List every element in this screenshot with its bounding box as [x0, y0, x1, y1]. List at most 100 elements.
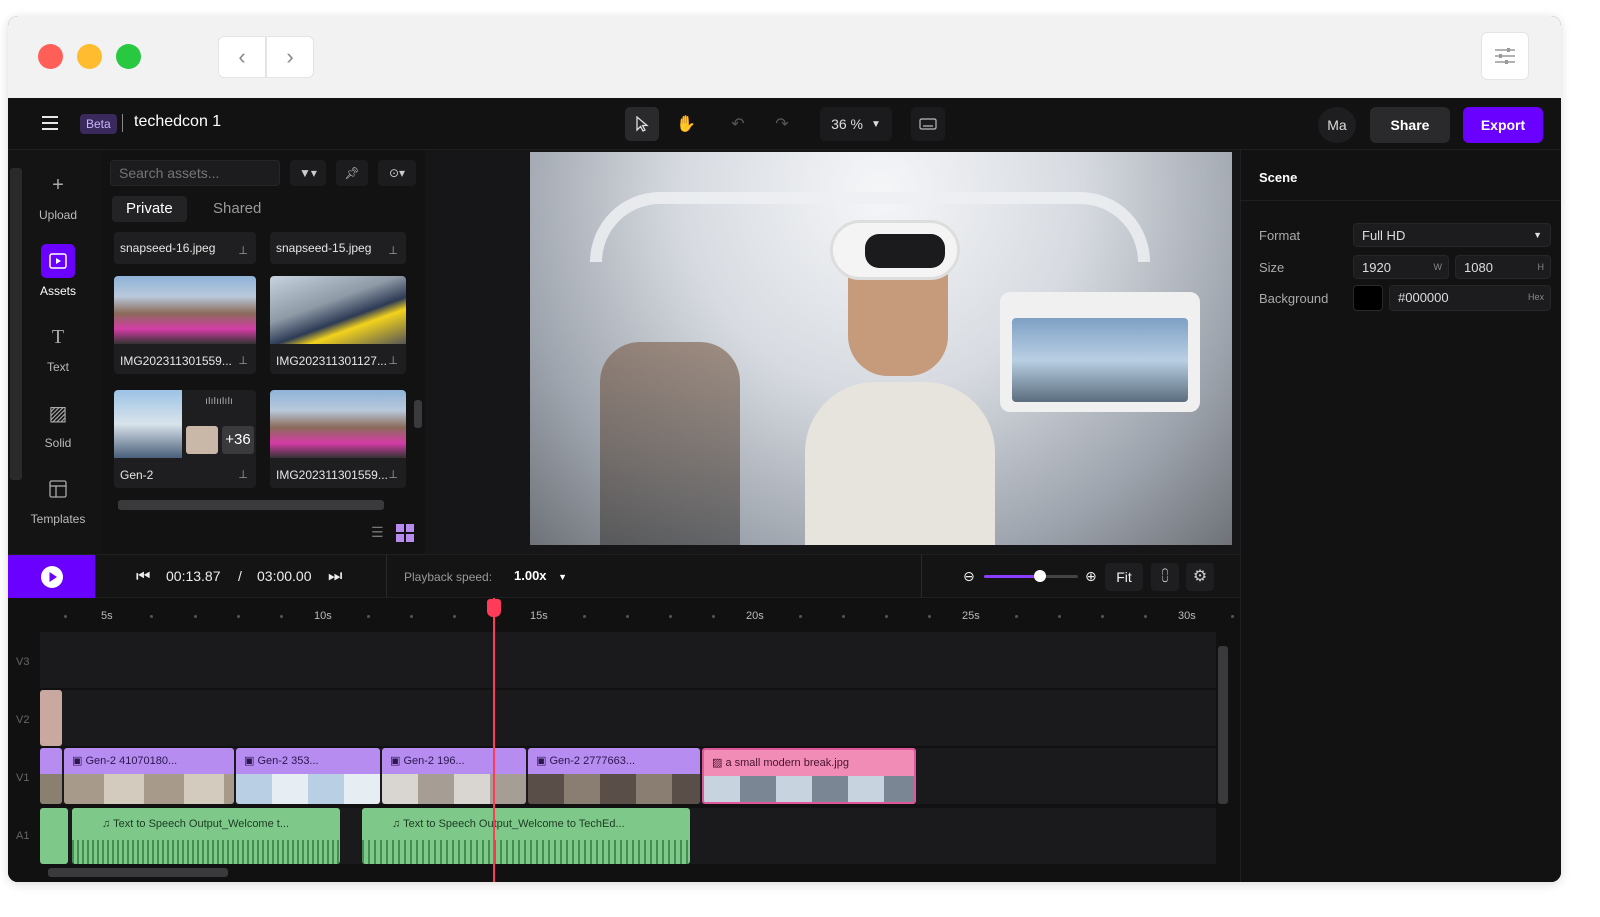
undo-button[interactable]: ↶ [721, 107, 755, 141]
rail-scrollbar[interactable] [10, 168, 22, 480]
menu-icon[interactable] [42, 116, 58, 134]
skip-forward-icon[interactable]: ⏭︎ [328, 568, 342, 586]
track-v1[interactable]: ▣ Gen-2 41070180... ▣ Gen-2 353... ▣ Gen… [40, 748, 1216, 804]
ruler-tick [150, 615, 153, 618]
audio-clip[interactable] [40, 808, 68, 864]
clip-filmstrip [64, 774, 234, 804]
forward-button[interactable]: › [266, 36, 314, 78]
grid-view-icon[interactable] [396, 524, 414, 542]
timeline-vscrollbar[interactable] [1218, 646, 1228, 804]
playhead-handle[interactable] [487, 599, 501, 617]
filter-button[interactable]: ▼▾ [290, 160, 326, 186]
timeline-hscrollbar[interactable] [48, 868, 228, 877]
close-window-button[interactable] [38, 44, 63, 69]
timeline-zoom-slider[interactable] [984, 570, 1078, 582]
hand-tool-button[interactable]: ✋ [669, 107, 703, 141]
clip-name: Gen-2 2777663... [549, 755, 636, 767]
image-clip[interactable]: ▨ a small modern break.jpg [702, 748, 916, 804]
assets-vscrollbar[interactable] [414, 400, 422, 428]
video-preview[interactable] [530, 152, 1232, 545]
pin-icon[interactable]: ⊥ [388, 354, 398, 367]
pin-icon[interactable]: ⊥ [238, 468, 248, 481]
asset-name: IMG202311301559... [120, 354, 232, 368]
skip-back-icon[interactable]: ⏮︎ [136, 568, 150, 586]
pin-icon[interactable]: ⊥ [238, 244, 248, 257]
asset-card[interactable]: IMG202311301127... ⊥ [270, 276, 406, 374]
snap-button[interactable]: ⩇ [1151, 563, 1179, 591]
redo-icon: ↷ [775, 116, 789, 133]
user-avatar[interactable]: Ma [1318, 107, 1356, 143]
v2-clip[interactable] [40, 690, 62, 746]
height-value: 1080 [1464, 260, 1493, 275]
video-clip[interactable]: ▣ Gen-2 2777663... [528, 748, 700, 804]
clip-play-icon: ▣ [536, 755, 550, 767]
rail-upload[interactable]: + Upload [30, 168, 86, 223]
settings-sliders-button[interactable] [1481, 32, 1529, 80]
zoom-slider-handle[interactable] [1034, 570, 1047, 582]
video-clip[interactable] [40, 748, 62, 804]
video-clip[interactable]: ▣ Gen-2 196... [382, 748, 526, 804]
clip-filmstrip [528, 774, 700, 804]
more-options-button[interactable]: ⊙▾ [378, 160, 416, 186]
audio-waveform [362, 840, 690, 864]
track-v3[interactable] [40, 632, 1216, 688]
width-field[interactable]: 1920 W [1353, 255, 1449, 279]
rail-text[interactable]: T Text [30, 320, 86, 375]
clip-header: ▣ Gen-2 2777663... [528, 748, 700, 774]
height-field[interactable]: 1080 H [1455, 255, 1551, 279]
redo-button[interactable]: ↷ [765, 107, 799, 141]
rail-assets[interactable]: Assets [30, 244, 86, 298]
pin-icon[interactable]: ⊥ [388, 468, 398, 481]
maximize-window-button[interactable] [116, 44, 141, 69]
format-select[interactable]: Full HD ▼ [1353, 223, 1551, 247]
asset-card[interactable]: snapseed-15.jpeg ⊥ [270, 232, 406, 264]
playback-speed-select[interactable]: 1.00x ▼ [514, 568, 567, 583]
zoom-value: 36 % [831, 116, 863, 132]
zoom-in-icon[interactable]: ⊕ [1085, 568, 1097, 585]
list-view-icon[interactable]: ☰ [371, 524, 384, 541]
audio-clip[interactable]: ♫ Text to Speech Output_Welcome t... [72, 808, 340, 864]
project-title[interactable]: techedcon 1 [134, 113, 221, 131]
select-tool-button[interactable] [625, 107, 659, 141]
back-button[interactable]: ‹ [218, 36, 266, 78]
audio-clip[interactable]: ♫ Text to Speech Output_Welcome to TechE… [362, 808, 690, 864]
asset-card[interactable]: IMG202311301559... ⊥ [114, 276, 256, 374]
audio-clip-name: ♫ Text to Speech Output_Welcome t... [102, 818, 289, 830]
background-color-swatch[interactable] [1353, 285, 1383, 311]
undo-icon: ↶ [731, 116, 745, 133]
pin-icon[interactable]: ⊥ [238, 354, 248, 367]
music-note-icon: ♫ [102, 818, 114, 830]
zoom-out-icon[interactable]: ⊖ [963, 568, 975, 585]
asset-card[interactable]: snapseed-16.jpeg ⊥ [114, 232, 256, 264]
export-button[interactable]: Export [1463, 107, 1543, 143]
assets-hscrollbar[interactable] [118, 500, 384, 510]
play-button[interactable] [8, 555, 95, 599]
tab-private[interactable]: Private [112, 196, 187, 222]
text-t-icon: T [51, 325, 65, 348]
train-thumbnail [270, 276, 406, 344]
video-clip[interactable]: ▣ Gen-2 41070180... [64, 748, 234, 804]
rail-templates[interactable]: Templates [30, 472, 86, 526]
background-hex-field[interactable]: #000000 Hex [1389, 285, 1551, 311]
track-v2[interactable] [40, 690, 1216, 746]
share-button[interactable]: Share [1370, 107, 1450, 143]
size-label: Size [1259, 260, 1285, 275]
asset-folder-card[interactable]: ıIıIııIıIı +36 Gen-2 ⊥ [114, 390, 256, 488]
timeline-ruler[interactable]: 5s 10s 15s 20s 25s 30s [8, 598, 1240, 632]
rail-solid[interactable]: ▨ Solid [30, 396, 86, 451]
chevron-right-icon: › [286, 44, 294, 69]
minimize-window-button[interactable] [77, 44, 102, 69]
audio-clip-name: ♫ Text to Speech Output_Welcome to TechE… [392, 818, 625, 830]
video-clip[interactable]: ▣ Gen-2 353... [236, 748, 380, 804]
tab-shared[interactable]: Shared [199, 196, 275, 222]
keyboard-shortcuts-button[interactable] [911, 107, 945, 141]
plus-icon: + [52, 173, 64, 196]
pin-filter-button[interactable]: 📌︎ [336, 160, 368, 186]
pin-icon[interactable]: ⊥ [388, 244, 398, 257]
asset-card[interactable]: IMG202311301559... ⊥ [270, 390, 406, 488]
zoom-select[interactable]: 36 % ▼ [820, 107, 892, 141]
timeline-settings-button[interactable]: ⚙ [1186, 563, 1214, 591]
track-a1[interactable]: ♫ Text to Speech Output_Welcome t... ♫ T… [40, 808, 1216, 864]
search-assets-input[interactable] [110, 160, 280, 186]
fit-button[interactable]: Fit [1105, 563, 1143, 591]
